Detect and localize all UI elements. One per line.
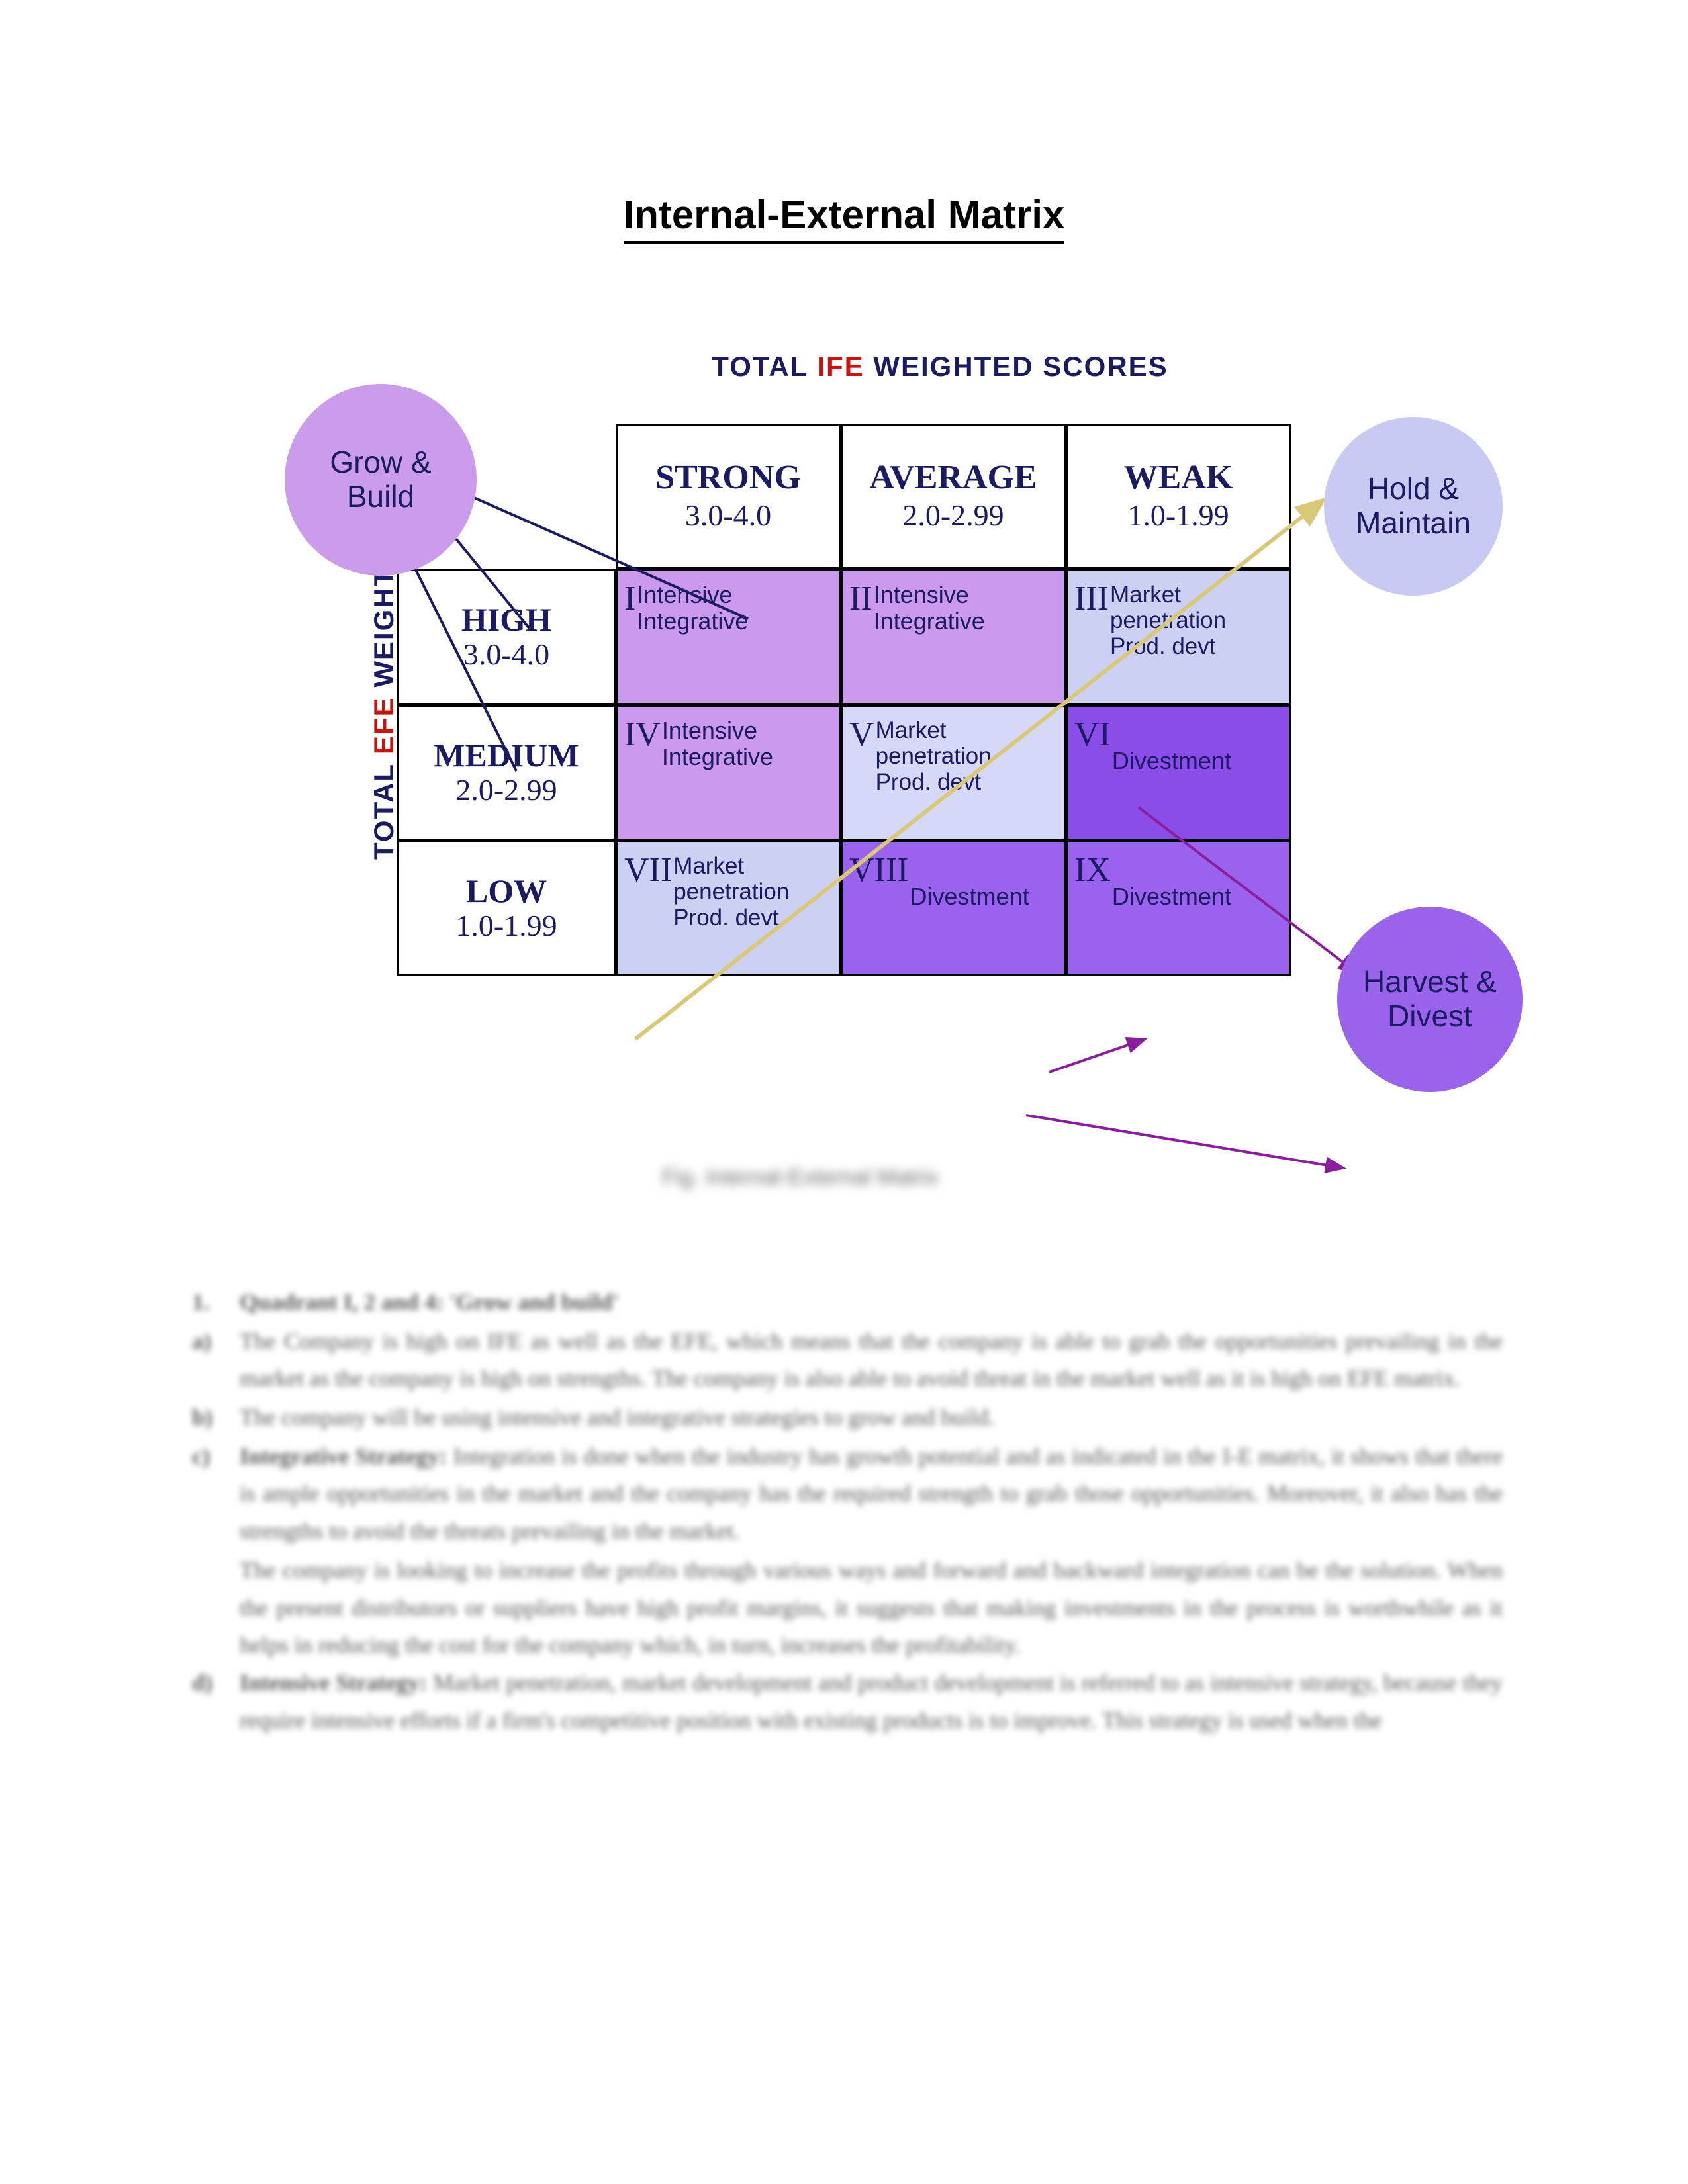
matrix-cell-9[interactable]: IX Divestment bbox=[1066, 841, 1291, 976]
column-header-weak-range: 1.0-1.99 bbox=[1127, 498, 1229, 532]
matrix-grid: STRONG 3.0-4.0 AVERAGE 2.0-2.99 WEAK 1.0… bbox=[397, 424, 1291, 1152]
list-item-text: Intensive Strategy: Market penetration, … bbox=[240, 1669, 1503, 1733]
column-header-strong: STRONG 3.0-4.0 bbox=[616, 424, 841, 569]
matrix-cell-4-numeral: IV bbox=[624, 715, 661, 753]
x-axis-suffix: WEIGHTED SCORES bbox=[864, 351, 1168, 382]
x-axis-label: TOTAL IFE WEIGHTED SCORES bbox=[589, 351, 1291, 383]
row-header-high-range: 3.0-4.0 bbox=[463, 637, 550, 672]
x-axis-prefix: TOTAL bbox=[712, 351, 818, 382]
body-text-block: 1. Quadrant I, 2 and 4: 'Grow and build' … bbox=[192, 1284, 1503, 1741]
list-item-text: Integrative Strategy: Integration is don… bbox=[240, 1443, 1503, 1545]
row-header-low-name: LOW bbox=[465, 872, 547, 909]
list-item: c) Integrative Strategy: Integration is d… bbox=[192, 1438, 1503, 1551]
matrix-cell-2-numeral: II bbox=[849, 580, 872, 617]
matrix-cell-5-strategy: Market penetration Prod. devt bbox=[875, 717, 992, 796]
column-header-strong-name: STRONG bbox=[655, 459, 801, 497]
list-item-marker: a) bbox=[192, 1328, 212, 1354]
matrix-cell-8[interactable]: VIII Divestment bbox=[841, 841, 1066, 976]
list-item-text: Quadrant I, 2 and 4: 'Grow and build' bbox=[240, 1289, 620, 1315]
list-item-marker: 1. bbox=[192, 1289, 210, 1315]
matrix-cell-7[interactable]: VII Market penetration Prod. devt bbox=[616, 841, 841, 976]
matrix-cell-3-strategy: Market penetration Prod. devt bbox=[1109, 582, 1227, 660]
circle-hold-and-maintain[interactable]: Hold & Maintain bbox=[1324, 417, 1503, 596]
circle-harvest-and-divest[interactable]: Harvest & Divest bbox=[1337, 907, 1523, 1092]
matrix-cell-3[interactable]: III Market penetration Prod. devt bbox=[1066, 569, 1291, 705]
matrix-cell-2-strategy: Intensive Integrative bbox=[873, 581, 985, 635]
list-item-marker: c) bbox=[192, 1443, 211, 1469]
circle-grow-and-build-label: Grow & Build bbox=[330, 445, 432, 514]
matrix-cell-6[interactable]: VI Divestment bbox=[1066, 705, 1291, 841]
matrix-cell-8-numeral: VIII bbox=[849, 851, 909, 889]
matrix-cell-1[interactable]: I Intensive Integrative bbox=[616, 569, 841, 705]
column-header-average-range: 2.0-2.99 bbox=[902, 498, 1004, 532]
row-header-low: LOW 1.0-1.99 bbox=[397, 841, 616, 976]
matrix-cell-5-numeral: V bbox=[849, 715, 874, 753]
list-item: 1. Quadrant I, 2 and 4: 'Grow and build' bbox=[192, 1284, 1503, 1322]
column-header-strong-range: 3.0-4.0 bbox=[684, 498, 772, 532]
paragraph: The company is looking to increase the p… bbox=[240, 1557, 1503, 1659]
matrix-row-high: HIGH 3.0-4.0 I Intensive Integrative II I… bbox=[397, 569, 1291, 705]
matrix-cell-1-strategy: Intensive Integrative bbox=[637, 581, 749, 635]
column-header-average: AVERAGE 2.0-2.99 bbox=[841, 424, 1066, 569]
figure-caption: Fig. Internal-External Matrix bbox=[662, 1165, 939, 1190]
matrix-cell-1-numeral: I bbox=[624, 580, 636, 617]
row-header-medium-range: 2.0-2.99 bbox=[455, 773, 557, 807]
internal-external-matrix-figure: TOTAL EFE WEIGHTED SCORES TOTAL IFE WEIG… bbox=[285, 351, 1542, 1224]
matrix-cell-4-strategy: Intensive Integrative bbox=[661, 717, 773, 771]
list-item: b) The company will be using intensive an… bbox=[192, 1399, 1503, 1437]
page-title: Internal-External Matrix bbox=[0, 192, 1688, 244]
list-item-marker: d) bbox=[192, 1669, 213, 1696]
column-header-weak: WEAK 1.0-1.99 bbox=[1066, 424, 1291, 569]
list-item: a) The Company is high on IFE as well as … bbox=[192, 1323, 1503, 1398]
matrix-cell-2[interactable]: II Intensive Integrative bbox=[841, 569, 1066, 705]
y-axis-highlight: EFE bbox=[368, 696, 399, 754]
matrix-cell-9-numeral: IX bbox=[1074, 851, 1111, 889]
matrix-cell-6-numeral: VI bbox=[1074, 715, 1111, 753]
matrix-row-low: LOW 1.0-1.99 VII Market penetration Prod. … bbox=[397, 841, 1291, 976]
matrix-cell-6-strategy: Divestment bbox=[1111, 747, 1231, 774]
circle-grow-and-build[interactable]: Grow & Build bbox=[285, 384, 477, 576]
y-axis-prefix: TOTAL bbox=[368, 754, 399, 860]
matrix-cell-8-strategy: Divestment bbox=[910, 883, 1029, 910]
row-header-high: HIGH 3.0-4.0 bbox=[397, 569, 616, 705]
column-header-average-name: AVERAGE bbox=[869, 459, 1037, 497]
column-header-weak-name: WEAK bbox=[1123, 459, 1233, 497]
circle-harvest-and-divest-label: Harvest & Divest bbox=[1363, 964, 1497, 1033]
list-item-marker: b) bbox=[192, 1404, 213, 1431]
matrix-cell-4[interactable]: IV Intensive Integrative bbox=[616, 705, 841, 841]
matrix-cell-9-strategy: Divestment bbox=[1111, 883, 1231, 910]
matrix-cell-7-numeral: VII bbox=[624, 851, 673, 889]
list-item: d) Intensive Strategy: Market penetration… bbox=[192, 1664, 1503, 1739]
list-item-text: The company will be using intensive and … bbox=[240, 1404, 995, 1431]
matrix-cell-3-numeral: III bbox=[1074, 580, 1109, 617]
row-header-high-name: HIGH bbox=[461, 600, 552, 638]
row-header-medium: MEDIUM 2.0-2.99 bbox=[397, 705, 616, 841]
x-axis-highlight: IFE bbox=[817, 351, 865, 382]
matrix-cell-7-strategy: Market penetration Prod. devt bbox=[673, 853, 790, 931]
row-header-medium-name: MEDIUM bbox=[434, 736, 579, 774]
page-title-text: Internal-External Matrix bbox=[623, 193, 1065, 244]
matrix-header-row: STRONG 3.0-4.0 AVERAGE 2.0-2.99 WEAK 1.0… bbox=[397, 424, 1291, 569]
list-item-text: The Company is high on IFE as well as th… bbox=[240, 1328, 1503, 1392]
circle-hold-and-maintain-label: Hold & Maintain bbox=[1356, 471, 1471, 540]
row-header-low-range: 1.0-1.99 bbox=[455, 909, 557, 943]
matrix-cell-5[interactable]: V Market penetration Prod. devt bbox=[841, 705, 1066, 841]
matrix-row-medium: MEDIUM 2.0-2.99 IV Intensive Integrative … bbox=[397, 705, 1291, 841]
